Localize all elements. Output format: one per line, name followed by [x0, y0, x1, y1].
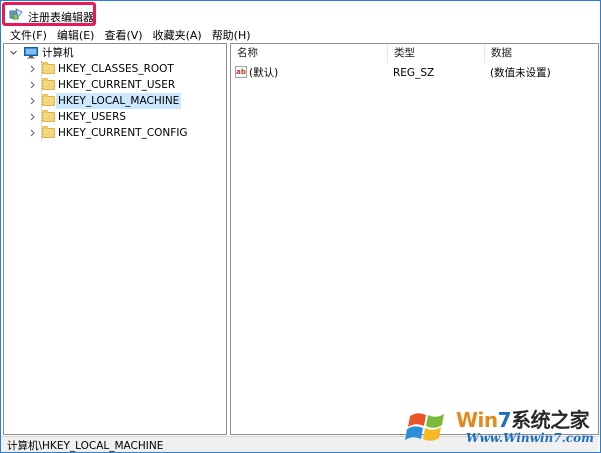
tree-root-computer[interactable]: 计算机 [4, 45, 224, 61]
computer-icon [24, 47, 38, 59]
values-list-pane[interactable]: 名称 类型 数据 ab (默认) REG_SZ (数值未设置) [230, 43, 599, 435]
menu-favorites[interactable]: 收藏夹(A) [148, 29, 207, 43]
folder-icon [42, 94, 55, 106]
title-highlight-box [2, 2, 96, 26]
watermark: Win7系统之家 Www.Winwin7.com [404, 402, 600, 450]
value-name-cell[interactable]: (默认) [249, 65, 278, 81]
chevron-right-icon[interactable] [28, 77, 37, 93]
menu-edit[interactable]: 编辑(E) [52, 29, 100, 43]
tree-item-label-selected: HKEY_LOCAL_MACHINE [56, 93, 182, 109]
tree-item-hkey-current-user[interactable]: HKEY_CURRENT_USER [4, 77, 224, 93]
value-data-cell: (数值未设置) [490, 67, 551, 79]
menu-view[interactable]: 查看(V) [99, 29, 147, 43]
tree-item-label: HKEY_CURRENT_CONFIG [58, 127, 188, 139]
tree-root-label: 计算机 [42, 47, 74, 59]
tree-item-label: HKEY_CURRENT_USER [58, 79, 176, 91]
tree-item-hkey-local-machine[interactable]: HKEY_LOCAL_MACHINE [4, 93, 224, 109]
menu-file[interactable]: 文件(F) [1, 29, 52, 43]
value-type-cell: REG_SZ [393, 67, 435, 79]
tree-item-label: HKEY_CLASSES_ROOT [58, 63, 174, 75]
watermark-url: Www.Winwin7.com [466, 431, 594, 445]
tree-item-hkey-current-config[interactable]: HKEY_CURRENT_CONFIG [4, 125, 224, 141]
watermark-brand: Win7系统之家 [456, 408, 590, 432]
column-header-data[interactable]: 数据 [485, 44, 598, 63]
key-tree-pane[interactable]: 计算机 HKEY_CLASSES_ROOT HKEY_CURRENT_USER … [3, 43, 227, 435]
windows-logo-icon [405, 413, 444, 441]
tree-item-hkey-users[interactable]: HKEY_USERS [4, 109, 224, 125]
folder-icon [42, 78, 55, 90]
tree-item-label: HKEY_USERS [58, 111, 127, 123]
menu-bar: 文件(F) 编辑(E) 查看(V) 收藏夹(A) 帮助(H) [1, 29, 256, 43]
chevron-right-icon[interactable] [28, 125, 37, 141]
column-header-name[interactable]: 名称 [231, 44, 387, 63]
string-value-icon: ab [235, 66, 247, 78]
chevron-right-icon[interactable] [28, 93, 37, 109]
folder-icon [42, 126, 55, 138]
menu-help[interactable]: 帮助(H) [207, 29, 256, 43]
status-path: 计算机\HKEY_LOCAL_MACHINE [7, 440, 164, 452]
folder-icon [42, 110, 55, 122]
tree-item-hkey-classes-root[interactable]: HKEY_CLASSES_ROOT [4, 61, 224, 77]
column-header-type[interactable]: 类型 [388, 44, 484, 63]
chevron-right-icon[interactable] [28, 109, 37, 125]
chevron-right-icon[interactable] [28, 61, 37, 77]
folder-icon [42, 62, 55, 74]
chevron-down-icon[interactable] [9, 45, 18, 61]
